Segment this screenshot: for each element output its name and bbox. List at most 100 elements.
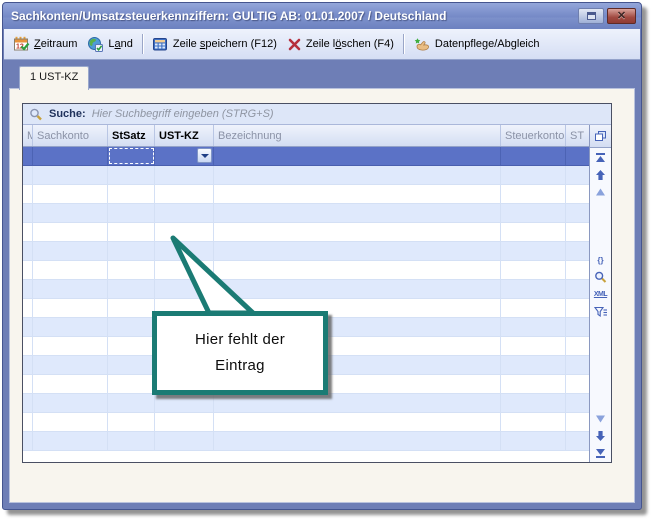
table-cell[interactable]: [33, 204, 108, 222]
table-cell[interactable]: [501, 204, 566, 222]
table-cell[interactable]: [108, 166, 155, 184]
table-row[interactable]: [23, 242, 589, 261]
table-cell[interactable]: [23, 280, 33, 298]
column-header-steuerkonto[interactable]: Steuerkonto: [501, 125, 566, 146]
table-cell[interactable]: [23, 242, 33, 260]
table-row[interactable]: [23, 223, 589, 242]
scroll-up-button[interactable]: [594, 186, 608, 198]
table-cell[interactable]: [33, 185, 108, 203]
table-cell[interactable]: [155, 185, 214, 203]
table-cell[interactable]: [33, 280, 108, 298]
table-cell[interactable]: [566, 375, 589, 393]
table-cell[interactable]: [214, 413, 501, 431]
scroll-to-top-button[interactable]: [594, 152, 608, 164]
table-cell[interactable]: [501, 280, 566, 298]
table-cell[interactable]: [108, 356, 155, 374]
column-header-ust-kz[interactable]: UST-KZ: [155, 125, 214, 146]
table-cell[interactable]: [214, 204, 501, 222]
table-cell[interactable]: [23, 356, 33, 374]
scroll-to-bottom-button[interactable]: [594, 447, 608, 459]
table-cell[interactable]: [108, 280, 155, 298]
table-cell[interactable]: [566, 432, 589, 450]
table-cell[interactable]: [33, 375, 108, 393]
search-input[interactable]: Hier Suchbegriff eingeben (STRG+S): [92, 108, 274, 120]
table-cell[interactable]: [23, 261, 33, 279]
table-cell[interactable]: [23, 223, 33, 241]
table-cell[interactable]: [566, 166, 589, 184]
land-button[interactable]: Land: [82, 34, 138, 54]
table-row[interactable]: [23, 204, 589, 223]
table-row[interactable]: [23, 185, 589, 204]
scroll-page-up-button[interactable]: [594, 169, 608, 181]
column-header-m[interactable]: M: [23, 125, 33, 146]
table-cell[interactable]: [33, 223, 108, 241]
close-window-button[interactable]: ✕: [607, 8, 636, 24]
filter-button[interactable]: [594, 306, 608, 318]
table-row[interactable]: [23, 280, 589, 299]
table-row-selected[interactable]: [23, 147, 589, 166]
table-cell[interactable]: [501, 375, 566, 393]
table-cell[interactable]: [501, 185, 566, 203]
table-cell[interactable]: [214, 432, 501, 450]
table-cell[interactable]: [23, 299, 33, 317]
table-cell[interactable]: [23, 185, 33, 203]
table-cell[interactable]: [566, 261, 589, 279]
table-cell[interactable]: [501, 223, 566, 241]
table-row[interactable]: [23, 413, 589, 432]
table-cell[interactable]: [566, 242, 589, 260]
table-cell[interactable]: [108, 375, 155, 393]
scroll-down-button[interactable]: [594, 413, 608, 425]
table-cell[interactable]: [33, 147, 108, 165]
table-cell[interactable]: [108, 185, 155, 203]
table-cell[interactable]: [566, 185, 589, 203]
table-cell[interactable]: [566, 204, 589, 222]
table-cell[interactable]: [214, 185, 501, 203]
table-row[interactable]: [23, 166, 589, 185]
table-cell[interactable]: [501, 413, 566, 431]
table-cell[interactable]: [23, 318, 33, 336]
table-cell[interactable]: [108, 432, 155, 450]
braces-button[interactable]: {}: [594, 255, 608, 267]
table-cell[interactable]: [108, 223, 155, 241]
table-cell[interactable]: [23, 375, 33, 393]
table-cell[interactable]: [566, 280, 589, 298]
table-cell[interactable]: [214, 166, 501, 184]
table-cell[interactable]: [23, 394, 33, 412]
table-cell[interactable]: [566, 356, 589, 374]
table-cell[interactable]: [23, 166, 33, 184]
tab-ust-kz[interactable]: 1 UST-KZ: [19, 66, 89, 90]
column-header-st[interactable]: ST: [566, 125, 589, 146]
column-options-button[interactable]: [590, 125, 611, 148]
search-bar[interactable]: Suche: Hier Suchbegriff eingeben (STRG+S…: [23, 104, 611, 125]
zeile-loeschen-button[interactable]: Zeile löschen (F4): [282, 35, 399, 54]
column-header-stsatz[interactable]: StSatz: [108, 125, 155, 146]
table-cell[interactable]: [155, 432, 214, 450]
table-cell[interactable]: [501, 242, 566, 260]
table-cell[interactable]: [33, 242, 108, 260]
table-cell[interactable]: [501, 261, 566, 279]
column-header-sachkonto[interactable]: Sachkonto: [33, 125, 108, 146]
table-row[interactable]: [23, 394, 589, 413]
table-cell[interactable]: [108, 147, 155, 165]
xml-export-button[interactable]: XML: [594, 289, 608, 301]
table-cell[interactable]: [566, 337, 589, 355]
table-cell[interactable]: [33, 166, 108, 184]
table-cell[interactable]: [23, 337, 33, 355]
scroll-page-down-button[interactable]: [594, 430, 608, 442]
table-cell[interactable]: [566, 223, 589, 241]
table-cell[interactable]: [33, 394, 108, 412]
table-cell[interactable]: [108, 204, 155, 222]
table-cell[interactable]: [23, 147, 33, 165]
table-cell[interactable]: [23, 204, 33, 222]
table-cell[interactable]: [501, 318, 566, 336]
table-cell[interactable]: [155, 166, 214, 184]
table-cell[interactable]: [566, 299, 589, 317]
table-cell[interactable]: [501, 147, 566, 165]
table-cell[interactable]: [155, 204, 214, 222]
table-cell[interactable]: [33, 261, 108, 279]
table-cell[interactable]: [108, 242, 155, 260]
zeile-speichern-button[interactable]: Zeile speichern (F12): [147, 34, 282, 54]
table-row[interactable]: [23, 432, 589, 451]
table-cell[interactable]: [33, 413, 108, 431]
table-cell[interactable]: [566, 394, 589, 412]
